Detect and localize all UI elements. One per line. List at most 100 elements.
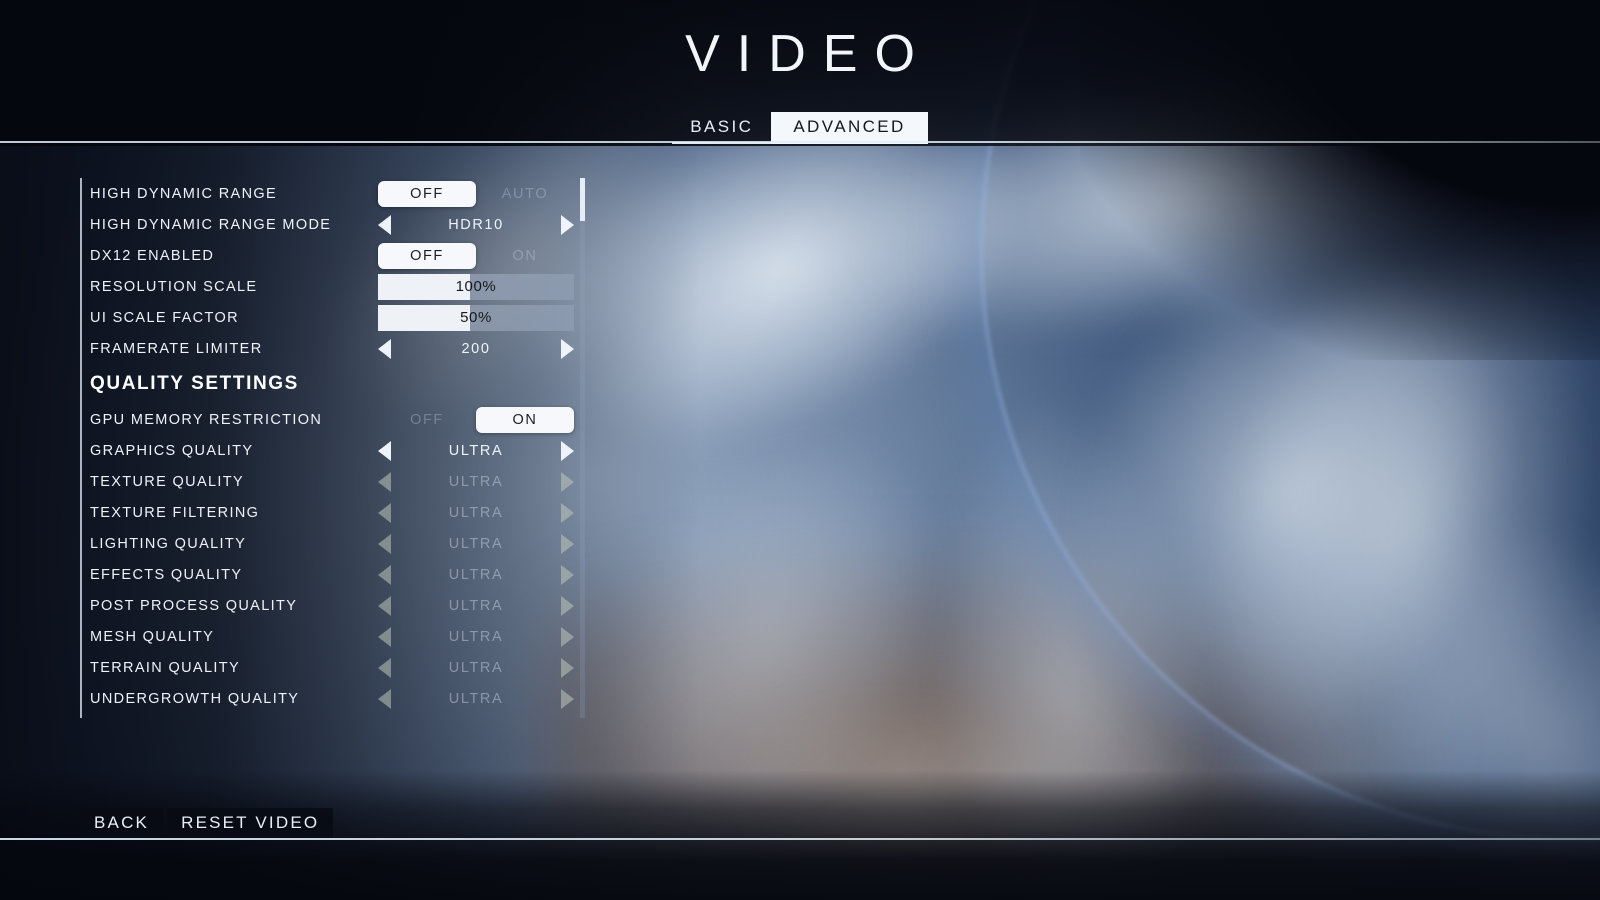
setting-label: HIGH DYNAMIC RANGE bbox=[90, 185, 278, 202]
setting-row-high-dynamic-range-mode[interactable]: HIGH DYNAMIC RANGE MODE HDR10 bbox=[90, 209, 586, 240]
setting-label: POST PROCESS QUALITY bbox=[90, 597, 298, 614]
chevron-left-icon bbox=[378, 533, 391, 554]
chevron-right-icon bbox=[561, 688, 574, 709]
chevron-left-icon[interactable] bbox=[378, 440, 391, 461]
setting-row-resolution-scale[interactable]: RESOLUTION SCALE 100% bbox=[90, 271, 586, 302]
setting-control[interactable]: 50% bbox=[378, 302, 574, 333]
setting-row-high-dynamic-range[interactable]: HIGH DYNAMIC RANGE OFF AUTO bbox=[90, 178, 586, 209]
setting-label: TEXTURE QUALITY bbox=[90, 473, 244, 490]
chevron-right-icon[interactable] bbox=[561, 338, 574, 359]
stepper-value: ULTRA bbox=[448, 659, 504, 676]
setting-row-texture-quality[interactable]: TEXTURE QUALITY ULTRA bbox=[90, 466, 586, 497]
toggle-option-off[interactable]: OFF bbox=[378, 407, 476, 433]
setting-label: MESH QUALITY bbox=[90, 628, 215, 645]
toggle-option-on[interactable]: ON bbox=[476, 406, 574, 433]
setting-control[interactable]: ULTRA bbox=[378, 528, 574, 559]
chevron-left-icon bbox=[378, 626, 391, 647]
toggle[interactable]: OFF ON bbox=[378, 404, 574, 435]
chevron-right-icon[interactable] bbox=[561, 214, 574, 235]
stepper-value: ULTRA bbox=[448, 442, 504, 459]
slider[interactable]: 100% bbox=[378, 273, 574, 300]
setting-control[interactable]: 200 bbox=[378, 333, 574, 364]
setting-control[interactable]: 100% bbox=[378, 271, 574, 302]
chevron-left-icon bbox=[378, 657, 391, 678]
stepper[interactable]: 200 bbox=[378, 333, 574, 364]
setting-control[interactable]: OFF ON bbox=[378, 240, 574, 271]
stepper-value: 200 bbox=[461, 340, 491, 357]
section-header-label: QUALITY SETTINGS bbox=[90, 373, 299, 394]
stepper: ULTRA bbox=[378, 528, 574, 559]
tab-advanced[interactable]: ADVANCED bbox=[771, 112, 928, 144]
toggle-option-on[interactable]: ON bbox=[476, 243, 574, 269]
setting-control[interactable]: ULTRA bbox=[378, 621, 574, 652]
chevron-left-icon bbox=[378, 502, 391, 523]
stepper: ULTRA bbox=[378, 497, 574, 528]
stepper[interactable]: ULTRA bbox=[378, 435, 574, 466]
setting-row-mesh-quality[interactable]: MESH QUALITY ULTRA bbox=[90, 621, 586, 652]
tab-basic[interactable]: BASIC bbox=[672, 112, 772, 144]
toggle[interactable]: OFF ON bbox=[378, 240, 574, 271]
settings-scrollbar[interactable] bbox=[580, 178, 585, 718]
setting-label: TEXTURE FILTERING bbox=[90, 504, 260, 521]
slider[interactable]: 50% bbox=[378, 304, 574, 331]
chevron-right-icon bbox=[561, 626, 574, 647]
setting-row-lighting-quality[interactable]: LIGHTING QUALITY ULTRA bbox=[90, 528, 586, 559]
setting-row-dx12-enabled[interactable]: DX12 ENABLED OFF ON bbox=[90, 240, 586, 271]
chevron-left-icon bbox=[378, 688, 391, 709]
setting-row-ui-scale-factor[interactable]: UI SCALE FACTOR 50% bbox=[90, 302, 586, 333]
stepper: ULTRA bbox=[378, 652, 574, 683]
setting-label: HIGH DYNAMIC RANGE MODE bbox=[90, 216, 332, 233]
chevron-right-icon bbox=[561, 564, 574, 585]
setting-row-undergrowth-quality[interactable]: UNDERGROWTH QUALITY ULTRA bbox=[90, 683, 586, 714]
stepper-value: ULTRA bbox=[448, 597, 504, 614]
setting-control[interactable]: ULTRA bbox=[378, 590, 574, 621]
panel-left-edge bbox=[80, 178, 82, 718]
chevron-right-icon bbox=[561, 657, 574, 678]
stepper: ULTRA bbox=[378, 590, 574, 621]
setting-control[interactable]: HDR10 bbox=[378, 209, 574, 240]
chevron-right-icon bbox=[561, 502, 574, 523]
chevron-right-icon[interactable] bbox=[561, 440, 574, 461]
toggle-option-off[interactable]: OFF bbox=[378, 242, 476, 269]
stepper: ULTRA bbox=[378, 683, 574, 714]
setting-row-texture-filtering[interactable]: TEXTURE FILTERING ULTRA bbox=[90, 497, 586, 528]
setting-control[interactable]: ULTRA bbox=[378, 559, 574, 590]
stepper[interactable]: HDR10 bbox=[378, 209, 574, 240]
toggle-option-off[interactable]: OFF bbox=[378, 180, 476, 207]
setting-control[interactable]: ULTRA bbox=[378, 497, 574, 528]
toggle-option-auto[interactable]: AUTO bbox=[476, 181, 574, 207]
slider-value: 50% bbox=[460, 309, 492, 326]
chevron-left-icon[interactable] bbox=[378, 338, 391, 359]
toggle[interactable]: OFF AUTO bbox=[378, 178, 574, 209]
setting-row-framerate-limiter[interactable]: FRAMERATE LIMITER 200 bbox=[90, 333, 586, 364]
setting-control[interactable]: ULTRA bbox=[378, 683, 574, 714]
stepper-value: ULTRA bbox=[448, 535, 504, 552]
setting-control[interactable]: OFF ON bbox=[378, 404, 574, 435]
slider-value: 100% bbox=[455, 278, 497, 295]
scrollbar-thumb[interactable] bbox=[580, 178, 585, 222]
setting-control[interactable]: ULTRA bbox=[378, 466, 574, 497]
reset-video-button[interactable]: RESET VIDEO bbox=[167, 808, 334, 839]
setting-control[interactable]: ULTRA bbox=[378, 652, 574, 683]
setting-row-gpu-memory-restriction[interactable]: GPU MEMORY RESTRICTION OFF ON bbox=[90, 404, 586, 435]
setting-row-terrain-quality[interactable]: TERRAIN QUALITY ULTRA bbox=[90, 652, 586, 683]
setting-label: FRAMERATE LIMITER bbox=[90, 340, 263, 357]
stepper-value: ULTRA bbox=[448, 566, 504, 583]
setting-label: RESOLUTION SCALE bbox=[90, 278, 258, 295]
setting-row-post-process-quality[interactable]: POST PROCESS QUALITY ULTRA bbox=[90, 590, 586, 621]
setting-label: EFFECTS QUALITY bbox=[90, 566, 243, 583]
back-button[interactable]: BACK bbox=[80, 808, 164, 839]
page-title: VIDEO bbox=[685, 25, 932, 83]
setting-control[interactable]: ULTRA bbox=[378, 435, 574, 466]
stepper-value: ULTRA bbox=[448, 690, 504, 707]
setting-row-graphics-quality[interactable]: GRAPHICS QUALITY ULTRA bbox=[90, 435, 586, 466]
setting-control[interactable]: OFF AUTO bbox=[378, 178, 574, 209]
setting-row-effects-quality[interactable]: EFFECTS QUALITY ULTRA bbox=[90, 559, 586, 590]
chevron-left-icon bbox=[378, 595, 391, 616]
settings-panel: HIGH DYNAMIC RANGE OFF AUTO HIGH DYNAMIC RA… bbox=[80, 178, 586, 718]
video-settings-screen: VIDEO BASIC ADVANCED HIGH DYNAMIC RANGE O… bbox=[0, 0, 1600, 900]
stepper-value: ULTRA bbox=[448, 473, 504, 490]
chevron-left-icon[interactable] bbox=[378, 214, 391, 235]
section-header-quality-settings: QUALITY SETTINGS bbox=[90, 364, 586, 404]
stepper-value: ULTRA bbox=[448, 504, 504, 521]
